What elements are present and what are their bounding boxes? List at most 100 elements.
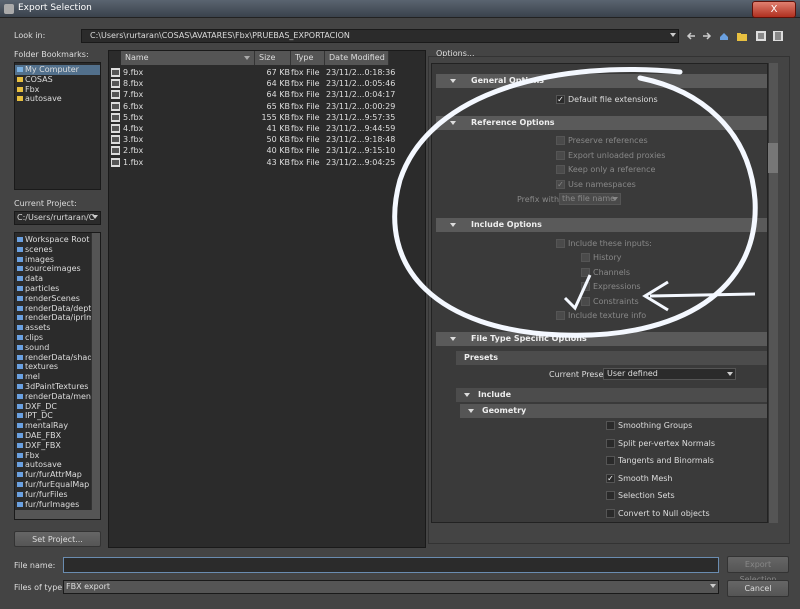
options-scrollbar-thumb[interactable] [768,143,778,173]
detail-view-icon[interactable] [772,30,784,42]
file-size: 65 KB [266,101,290,111]
section-presets[interactable]: Presets [456,351,767,365]
set-project-button[interactable]: Set Project... [14,531,101,547]
texture-info-label: Include texture info [568,311,647,320]
include-inputs-label: Include these inputs: [568,239,652,248]
folder-icon [17,432,23,438]
new-folder-icon[interactable] [736,30,748,42]
chevron-down-icon [670,33,676,37]
geometry-checkbox[interactable] [606,509,615,518]
list-view-icon[interactable] [755,30,767,42]
include-inputs-checkbox[interactable] [556,239,565,248]
section-general-options[interactable]: General Options [436,74,767,88]
file-row[interactable]: 6.fbx 65 KB fbx File 23/11/2...0:00:29 [109,101,395,112]
file-row[interactable]: 7.fbx 64 KB fbx File 23/11/2...0:04:17 [109,89,395,100]
project-folder-item[interactable]: mentalRay [15,421,100,431]
cancel-button[interactable]: Cancel [727,580,789,597]
project-folder-item[interactable]: DXF_FBX [15,441,100,451]
preserve-references-checkbox[interactable] [556,136,565,145]
project-folder-item[interactable]: renderData/shade [15,353,100,363]
col-header-type[interactable]: Type [291,51,325,65]
keep-reference-checkbox[interactable] [556,165,565,174]
forward-arrow-icon[interactable] [701,30,713,42]
project-folder-item[interactable]: images [15,255,100,265]
col-header-size[interactable]: Size [255,51,291,65]
project-folder-item[interactable]: clips [15,333,100,343]
section-include[interactable]: Include [456,388,767,402]
project-folder-item[interactable]: sound [15,343,100,353]
filename-input[interactable] [63,557,719,573]
bookmark-item[interactable]: autosave [15,94,100,104]
section-reference-options[interactable]: Reference Options [436,116,767,130]
section-include-options[interactable]: Include Options [436,218,767,232]
file-row[interactable]: 8.fbx 64 KB fbx File 23/11/2...0:05:46 [109,78,395,89]
project-folder-item[interactable]: assets [15,323,100,333]
history-checkbox[interactable] [581,253,590,262]
constraints-checkbox[interactable] [581,297,590,306]
geometry-checkbox[interactable] [606,438,615,448]
project-folder-item[interactable]: fur/furEqualMap [15,480,100,490]
project-folder-item[interactable]: data [15,274,100,284]
home-icon[interactable] [718,30,730,42]
default-ext-checkbox[interactable]: ✓ [556,95,565,104]
file-name: 5.fbx [123,112,144,122]
project-folder-item[interactable]: IPT_DC [15,411,100,421]
file-row[interactable]: 9.fbx 67 KB fbx File 23/11/2...0:18:36 [109,67,395,78]
project-folder-item[interactable]: Fbx [15,451,100,461]
file-row[interactable]: 1.fbx 43 KB fbx File 23/11/2...9:04:25 [109,157,395,168]
texture-info-checkbox[interactable] [556,311,565,320]
project-folder-item[interactable]: renderData/iprIma [15,313,100,323]
file-row[interactable]: 5.fbx 155 KB fbx File 23/11/2...9:57:35 [109,112,395,123]
geometry-checkbox[interactable]: ✓ [606,473,615,483]
project-folder-item[interactable]: scenes [15,245,100,255]
file-row[interactable]: 2.fbx 40 KB fbx File 23/11/2...9:15:10 [109,145,395,156]
project-dropdown[interactable]: C:/Users/rurtaran/C [14,211,101,225]
options-scrollbar[interactable] [768,63,778,523]
folder-icon [17,501,23,507]
file-row[interactable]: 4.fbx 41 KB fbx File 23/11/2...9:44:59 [109,123,395,134]
project-folder-item[interactable]: renderData/depth [15,304,100,314]
geometry-checkbox[interactable] [606,491,615,501]
filetype-dropdown[interactable]: FBX export [63,580,719,594]
project-folder-item[interactable]: fur/furImages [15,500,100,510]
project-folder-item[interactable]: sourceimages [15,264,100,274]
project-folder-item[interactable]: renderData/menta [15,392,100,402]
project-folder-item[interactable]: textures [15,362,100,372]
project-folder-item[interactable]: DXF_DC [15,402,100,412]
expressions-checkbox[interactable] [581,282,590,291]
project-folder-item[interactable]: 3dPaintTextures [15,382,100,392]
project-folder-item[interactable]: fur/furAttrMap [15,470,100,480]
file-name: 8.fbx [123,79,144,89]
project-folder-item[interactable]: Workspace Root [15,235,100,245]
lookin-dropdown[interactable]: C:\Users\rurtaran\COSAS\AVATARES\Fbx\PRU… [81,29,679,43]
geometry-checkbox[interactable] [606,421,615,430]
file-row[interactable]: 3.fbx 50 KB fbx File 23/11/2...9:18:48 [109,134,395,145]
export-unloaded-checkbox[interactable] [556,151,565,160]
project-folder-item[interactable]: mel [15,372,100,382]
project-folder-item[interactable]: fur/furFiles [15,490,100,500]
preset-dropdown[interactable]: User defined [603,368,736,380]
folder-icon [17,442,23,448]
bookmark-item[interactable]: Fbx [15,85,100,95]
section-geometry[interactable]: Geometry [460,404,767,418]
export-selection-button[interactable]: Export Selection [727,556,789,584]
geometry-checkbox[interactable] [606,456,615,466]
bookmark-item[interactable]: My Computer [15,65,100,75]
project-folder-item[interactable]: autosave [15,460,100,470]
file-size: 41 KB [266,124,290,133]
project-folder-item[interactable]: particles [15,284,100,294]
prefix-dropdown[interactable]: the file name [559,193,621,205]
project-folder-item[interactable]: renderScenes [15,294,100,304]
bookmark-item[interactable]: COSAS [15,75,100,85]
collapse-triangle-icon [450,223,456,227]
channels-checkbox[interactable] [581,268,590,277]
project-scrollbar[interactable] [91,233,100,519]
project-folder-item[interactable]: DAE_FBX [15,431,100,441]
col-header-name[interactable]: Name [121,51,255,65]
project-hscrollbar[interactable] [15,510,93,519]
col-header-date[interactable]: Date Modified [325,51,389,65]
close-button[interactable]: X [752,1,796,18]
use-namespaces-checkbox[interactable]: ✓ [556,180,565,189]
back-arrow-icon[interactable] [685,30,697,42]
section-filetype-options[interactable]: File Type Specific Options [436,332,767,346]
